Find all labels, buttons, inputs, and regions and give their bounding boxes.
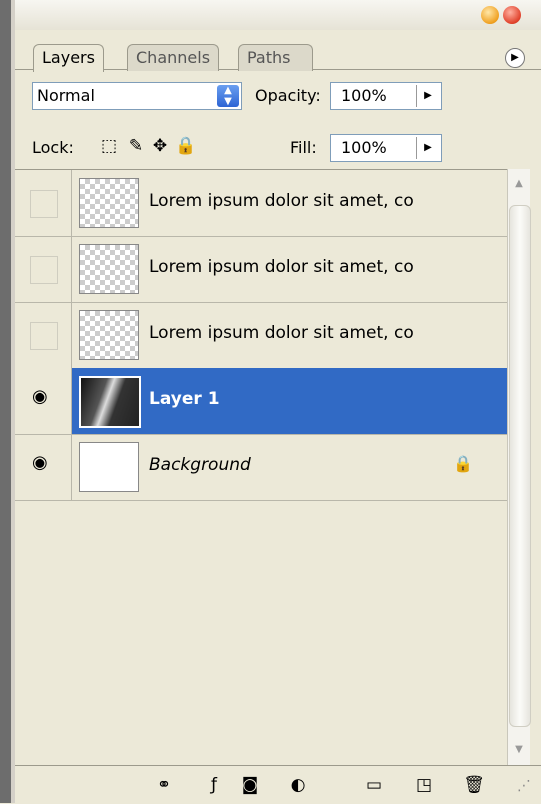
panel-bottom-bar: ⚭ ƒ ◙ ◐ ▭ ◳ 🗑 ⋰ [15, 765, 541, 804]
opacity-value: 100% [341, 86, 387, 105]
layer-row[interactable]: ◉ Background 🔒 [15, 434, 507, 501]
layer-thumbnail [79, 178, 139, 228]
scroll-up-icon[interactable]: ▲ [508, 169, 530, 209]
layer-row[interactable]: Lorem ipsum dolor sit amet, co [15, 236, 507, 303]
layer-row-selected[interactable]: ◉ Layer 1 [15, 368, 507, 435]
panel-title-bar[interactable] [15, 0, 541, 30]
fill-label: Fill: [290, 138, 317, 157]
tab-label: Paths [247, 48, 291, 67]
layer-name[interactable]: Background [149, 455, 251, 475]
fill-field[interactable]: 100% ▶ [330, 134, 442, 162]
layers-panel: Paths Channels Layers ▶ Normal ▲ ▼ Opacit… [15, 0, 541, 804]
lock-icon: 🔒 [453, 454, 473, 473]
delete-layer-icon[interactable]: 🗑 [461, 772, 487, 798]
close-icon[interactable] [503, 6, 521, 24]
new-layer-icon[interactable]: ◳ [411, 772, 437, 798]
visibility-cell[interactable] [15, 302, 72, 368]
scroll-down-icon[interactable]: ▼ [508, 735, 530, 765]
lock-all-icon[interactable]: 🔒 [175, 135, 197, 157]
visibility-cell[interactable] [15, 236, 72, 302]
layer-thumbnail [79, 376, 141, 428]
visibility-cell[interactable] [15, 170, 72, 236]
blend-mode-value: Normal [37, 86, 95, 105]
lock-position-icon[interactable]: ✥ [149, 135, 171, 157]
opacity-slider-arrow-icon[interactable]: ▶ [416, 85, 439, 107]
panel-tabs: Paths Channels Layers [15, 30, 541, 72]
blend-mode-select[interactable]: Normal ▲ ▼ [32, 82, 242, 110]
window-edge [0, 0, 11, 803]
layer-mask-icon[interactable]: ◙ [237, 772, 263, 798]
visibility-cell[interactable]: ◉ [15, 368, 72, 434]
eye-icon[interactable]: ◉ [32, 386, 48, 407]
layer-style-icon[interactable]: ƒ [201, 772, 227, 798]
lock-image-pixels-icon[interactable]: ✎ [125, 135, 147, 157]
layer-name[interactable]: Lorem ipsum dolor sit amet, co [149, 323, 414, 343]
tab-channels[interactable]: Channels [127, 44, 220, 71]
lock-transparent-pixels-icon[interactable]: ⬚ [98, 135, 120, 157]
tab-label: Layers [42, 48, 95, 67]
layer-list: Lorem ipsum dolor sit amet, co Lorem ips… [15, 169, 507, 766]
tab-layers[interactable]: Layers [33, 44, 104, 72]
visibility-toggle[interactable] [30, 190, 58, 218]
opacity-field[interactable]: 100% ▶ [330, 82, 442, 110]
flyout-menu-icon[interactable]: ▶ [505, 48, 525, 68]
visibility-toggle[interactable] [30, 256, 58, 284]
layer-name[interactable]: Lorem ipsum dolor sit amet, co [149, 257, 414, 277]
opacity-label: Opacity: [255, 86, 321, 105]
minimize-icon[interactable] [481, 6, 499, 24]
tab-label: Channels [136, 48, 211, 67]
fill-slider-arrow-icon[interactable]: ▶ [416, 137, 439, 159]
eye-icon[interactable]: ◉ [32, 452, 48, 473]
link-layers-icon[interactable]: ⚭ [151, 772, 177, 798]
new-group-icon[interactable]: ▭ [361, 772, 387, 798]
lock-label: Lock: [32, 138, 74, 157]
fill-value: 100% [341, 138, 387, 157]
layer-thumbnail [79, 244, 139, 294]
resize-grip-icon[interactable]: ⋰ [517, 778, 531, 794]
layer-name[interactable]: Lorem ipsum dolor sit amet, co [149, 191, 414, 211]
adjustment-layer-icon[interactable]: ◐ [285, 772, 311, 798]
layer-thumbnail [79, 442, 139, 492]
scrollbar[interactable]: ▲ ▼ [507, 169, 531, 765]
visibility-toggle[interactable] [30, 322, 58, 350]
tab-paths[interactable]: Paths [238, 44, 314, 71]
visibility-cell[interactable]: ◉ [15, 434, 72, 500]
layer-row[interactable]: Lorem ipsum dolor sit amet, co [15, 170, 507, 237]
layer-name[interactable]: Layer 1 [149, 389, 220, 409]
select-arrows-icon: ▲ ▼ [217, 85, 239, 107]
layer-thumbnail [79, 310, 139, 360]
scroll-thumb[interactable] [509, 205, 531, 727]
layer-row[interactable]: Lorem ipsum dolor sit amet, co [15, 302, 507, 369]
